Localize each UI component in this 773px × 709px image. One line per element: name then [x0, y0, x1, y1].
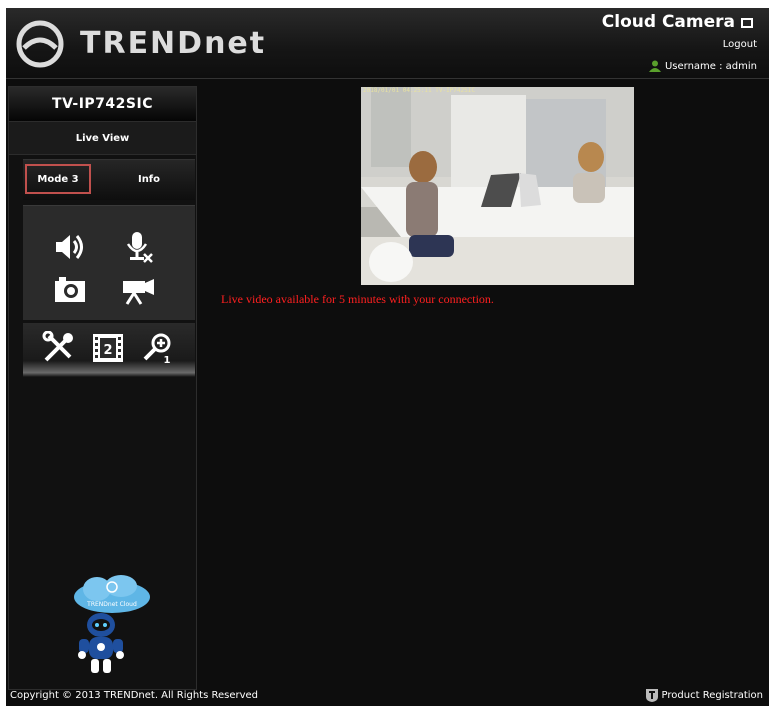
user-info: Username : admin: [648, 60, 757, 72]
mic-mute-icon[interactable]: [121, 230, 155, 264]
logout-link[interactable]: Logout: [723, 39, 757, 50]
brand-name: TRENDnet: [80, 26, 267, 61]
svg-text:1: 1: [164, 355, 171, 365]
product-title: Cloud Camera: [601, 12, 735, 32]
mascot-label: TRENDnet Cloud: [86, 601, 137, 608]
control-panel: [23, 205, 195, 320]
zoom-1-icon[interactable]: 1: [141, 331, 175, 365]
mode-tabs: Mode 3 Info: [23, 159, 195, 200]
app-frame: TRENDnet Cloud Camera Logout Username : …: [6, 8, 769, 706]
trendnet-cloud-mascot: TRENDnet Cloud: [74, 575, 150, 673]
speaker-icon[interactable]: [53, 230, 87, 264]
video-record-icon[interactable]: [121, 272, 155, 306]
tools-panel: 2 1: [23, 323, 195, 377]
copyright-text: Copyright © 2013 TRENDnet. All Rights Re…: [10, 690, 259, 701]
product-registration-link[interactable]: Product Registration: [645, 688, 763, 702]
window-icon[interactable]: [741, 18, 753, 28]
user-icon: [648, 60, 661, 72]
connection-notice: Live video available for 5 minutes with …: [221, 292, 494, 306]
tab-mode-3[interactable]: Mode 3: [25, 164, 91, 194]
tab-info[interactable]: Info: [119, 164, 179, 194]
registration-shield-icon: [645, 689, 658, 702]
model-name: TV-IP742SIC: [9, 87, 196, 121]
svg-text:2: 2: [103, 343, 112, 358]
film-mode-2-icon[interactable]: 2: [91, 331, 125, 365]
live-video-feed[interactable]: 2018/01/01 04:25:11 TV-IP742SIC: [361, 87, 634, 285]
sidebar: TV-IP742SIC Live View Mode 3 Info 2 1 TR…: [8, 86, 197, 690]
settings-tools-icon[interactable]: [41, 331, 75, 365]
header: TRENDnet Cloud Camera Logout Username : …: [6, 8, 769, 79]
snapshot-camera-icon[interactable]: [53, 272, 87, 306]
live-view-title[interactable]: Live View: [9, 121, 196, 155]
product-registration-label[interactable]: Product Registration: [662, 690, 763, 701]
video-osd-text: 2018/01/01 04:25:11 TV-IP742SIC: [363, 87, 475, 94]
username-label: Username : admin: [664, 60, 757, 72]
